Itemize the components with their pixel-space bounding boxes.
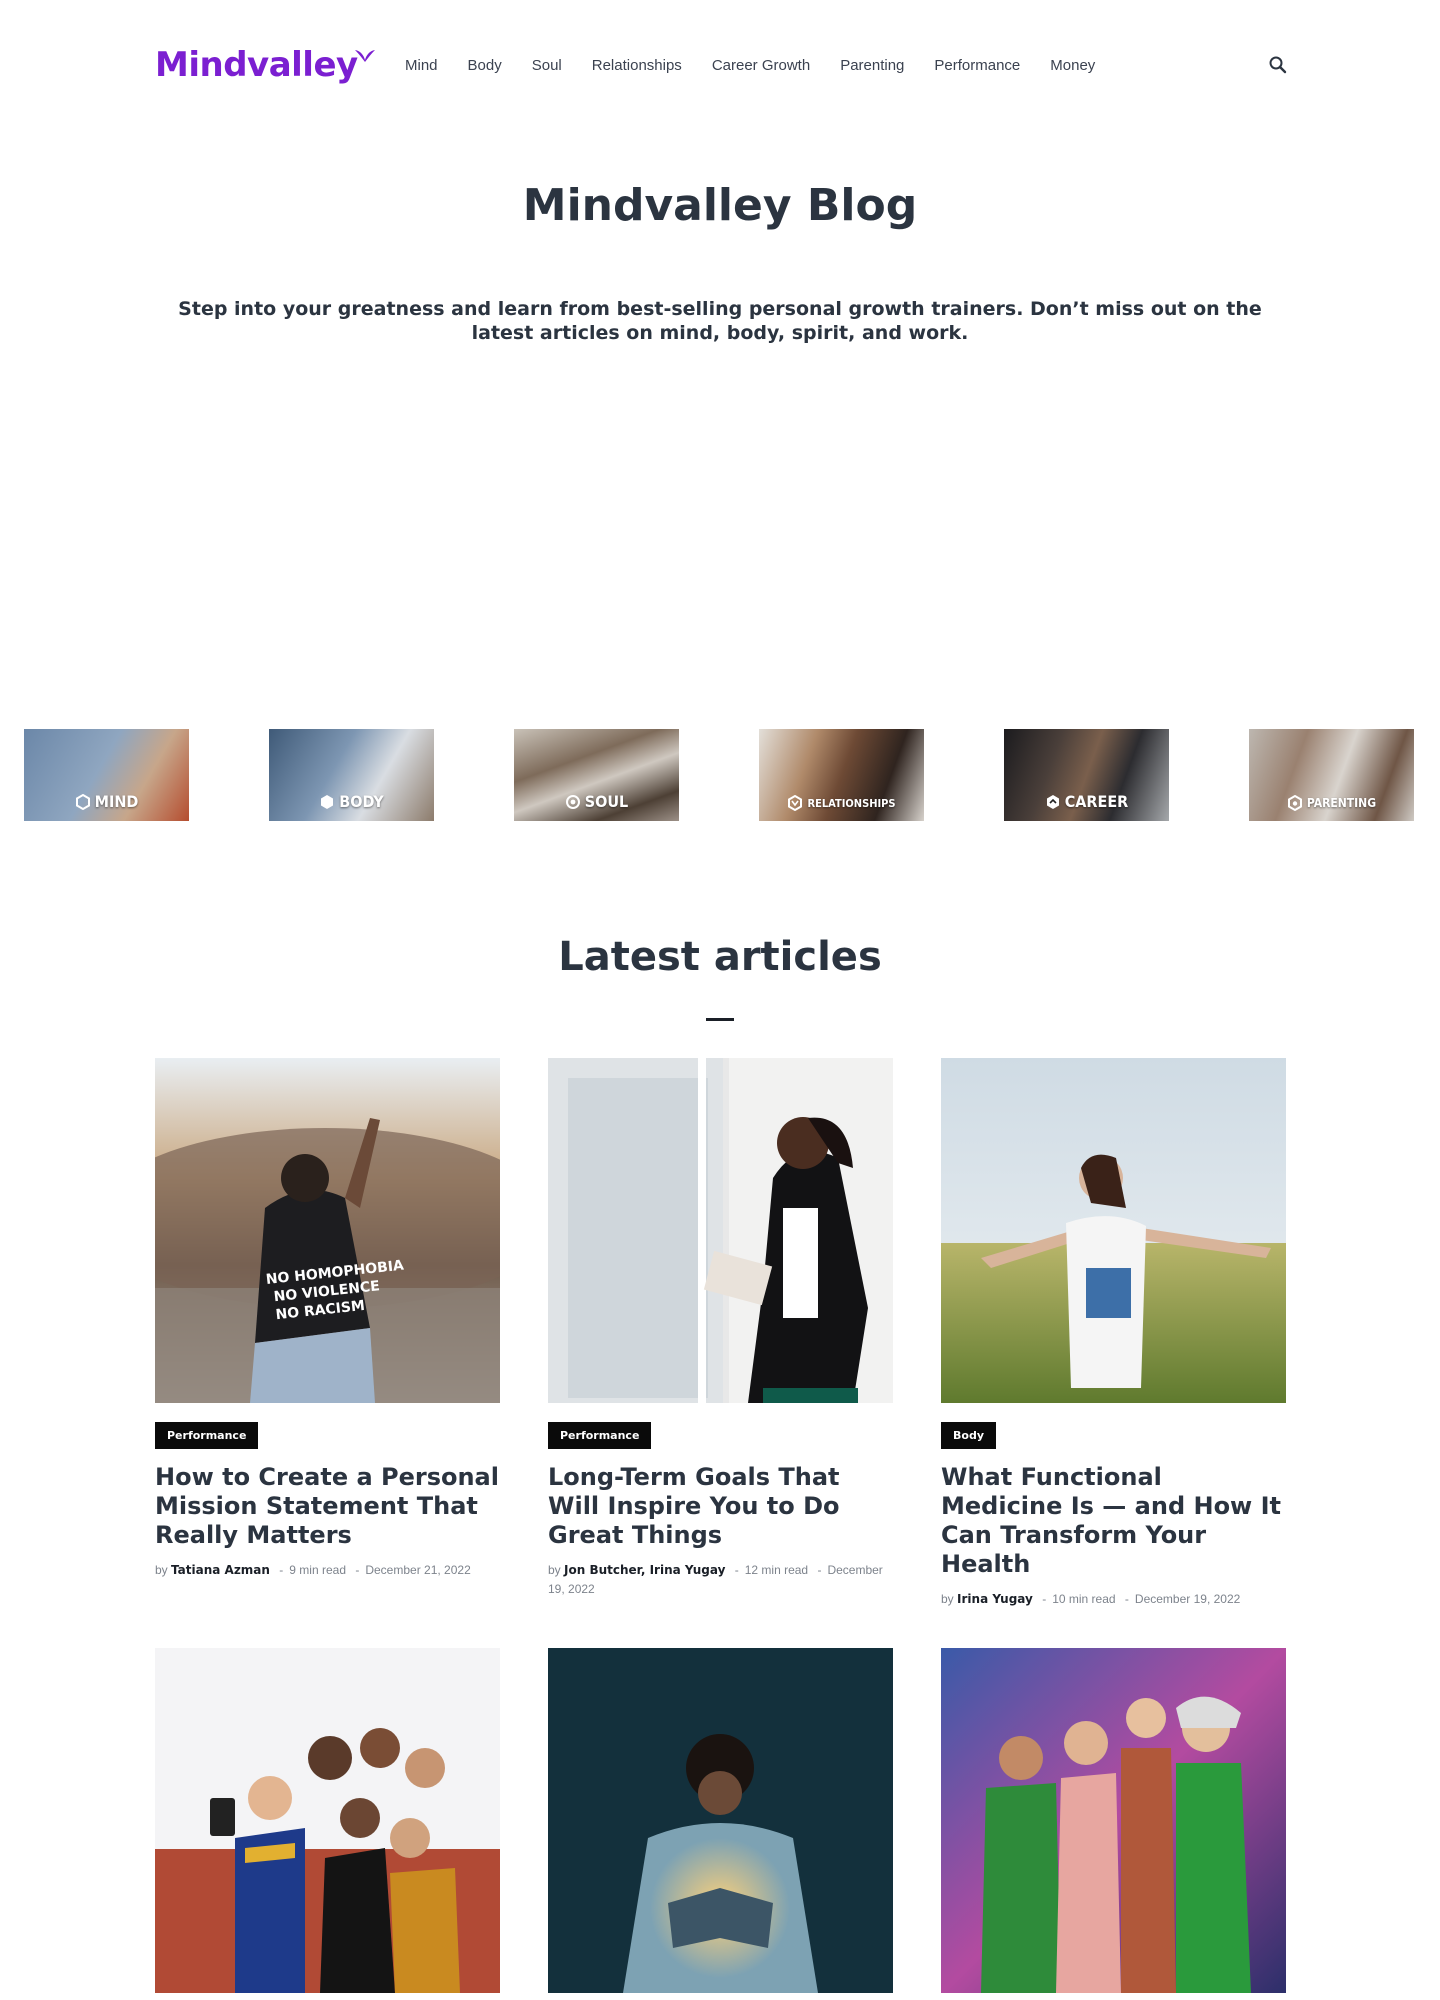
nav-item-parenting[interactable]: Parenting — [840, 57, 904, 74]
friends-selfie-photo[interactable] — [155, 1648, 500, 1993]
page-title: Mindvalley Blog — [522, 180, 918, 231]
relationships-hex-icon — [788, 795, 803, 811]
section-divider — [706, 1018, 734, 1021]
mind-hex-icon — [75, 793, 90, 810]
category-tile-parenting[interactable]: PARENTING — [1249, 729, 1414, 821]
article-meta: by Irina Yugay -10 min read - December 19… — [941, 1592, 1241, 1606]
logo-wordmark: Mindvalley — [155, 45, 358, 85]
category-label: RELATIONSHIPS — [807, 796, 896, 810]
article-read-time: 9 min read — [289, 1563, 346, 1577]
category-label: SOUL — [584, 792, 629, 811]
page-subtitle: Step into your greatness and learn from … — [178, 298, 1262, 344]
article-meta: by Jon Butcher, Irina Yugay -12 min read… — [548, 1563, 883, 1596]
search-icon[interactable] — [1266, 53, 1290, 77]
nav-item-soul[interactable]: Soul — [532, 57, 562, 74]
category-badge[interactable]: Performance — [155, 1422, 259, 1449]
article-card — [548, 1648, 893, 1993]
article-meta: by Tatiana Azman -9 min read - December 2… — [155, 1563, 471, 1577]
category-label: CAREER — [1064, 792, 1129, 811]
category-tiles: MIND BODY SOUL RELATIONSHIPS CAREER PARE… — [0, 729, 1440, 821]
article-author[interactable]: Irina Yugay — [957, 1592, 1033, 1606]
mindvalley-logo[interactable]: Mindvalley — [155, 40, 375, 90]
article-card: Performance Long-Term Goals That Will In… — [548, 1058, 893, 1599]
article-author[interactable]: Jon Butcher, Irina Yugay — [564, 1563, 725, 1577]
article-card — [155, 1648, 500, 1993]
friends-at-party-photo[interactable] — [941, 1648, 1286, 1993]
woman-at-window-with-notebook-photo[interactable] — [548, 1058, 893, 1403]
career-hex-icon — [1046, 794, 1059, 809]
article-title[interactable]: How to Create a Personal Mission Stateme… — [155, 1463, 500, 1550]
nav-item-career-growth[interactable]: Career Growth — [712, 57, 810, 74]
man-reading-glowing-book-photo[interactable] — [548, 1648, 893, 1993]
category-badge[interactable]: Body — [941, 1422, 996, 1449]
article-card: Body What Functional Medicine Is — and H… — [941, 1058, 1286, 1609]
article-date: December 19, 2022 — [1134, 1592, 1241, 1606]
article-title[interactable]: What Functional Medicine Is — and How It… — [941, 1463, 1286, 1579]
category-tile-career[interactable]: CAREER — [1004, 729, 1169, 821]
category-tile-body[interactable]: BODY — [269, 729, 434, 821]
body-hex-icon — [321, 794, 334, 809]
category-tile-mind[interactable]: MIND — [24, 729, 189, 821]
article-date: December 21, 2022 — [365, 1563, 471, 1577]
article-author[interactable]: Tatiana Azman — [171, 1563, 270, 1577]
section-title: Latest articles — [558, 934, 882, 980]
nav-item-mind[interactable]: Mind — [405, 57, 438, 74]
article-card — [941, 1648, 1286, 1993]
nav-item-relationships[interactable]: Relationships — [592, 57, 682, 74]
article-read-time: 10 min read — [1052, 1592, 1116, 1606]
category-badge[interactable]: Performance — [548, 1422, 652, 1449]
nav-item-performance[interactable]: Performance — [934, 57, 1020, 74]
category-tile-soul[interactable]: SOUL — [514, 729, 679, 821]
category-tile-relationships[interactable]: RELATIONSHIPS — [759, 729, 924, 821]
article-title[interactable]: Long-Term Goals That Will Inspire You to… — [548, 1463, 893, 1550]
nav-item-body[interactable]: Body — [468, 57, 502, 74]
article-read-time: 12 min read — [744, 1563, 809, 1577]
nav-item-money[interactable]: Money — [1050, 57, 1095, 74]
woman-in-field-photo[interactable] — [941, 1058, 1286, 1403]
category-label: MIND — [94, 792, 139, 811]
woman-with-shirt-at-bean-photo[interactable]: NO HOMOPHOBIA NO VIOLENCE NO RACISM — [155, 1058, 500, 1403]
soul-circle-icon — [565, 794, 580, 809]
category-label: PARENTING — [1306, 796, 1377, 810]
top-navigation: Mindvalley Mind Body Soul Relationships … — [155, 40, 1290, 90]
parenting-hex-icon — [1287, 795, 1302, 811]
article-card: NO HOMOPHOBIA NO VIOLENCE NO RACISM Perf… — [155, 1058, 500, 1580]
logo-wing-icon — [355, 50, 375, 62]
main-menu: Mind Body Soul Relationships Career Grow… — [405, 40, 1095, 90]
category-label: BODY — [339, 792, 384, 811]
